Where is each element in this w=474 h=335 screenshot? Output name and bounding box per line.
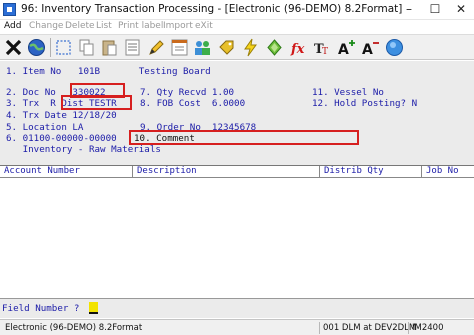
app-icon — [3, 3, 16, 16]
text-format-icon[interactable]: TT — [312, 37, 333, 58]
help-icon[interactable] — [384, 37, 405, 58]
col-account-number[interactable]: Account Number — [0, 166, 132, 178]
input-cursor[interactable] — [89, 302, 98, 314]
svg-text:fx: fx — [290, 42, 305, 57]
copy-icon[interactable] — [76, 37, 97, 58]
field-number-prompt: Field Number ? — [2, 303, 80, 314]
comment-highlight — [129, 130, 359, 145]
toolbar-separator — [50, 38, 51, 57]
globe-icon[interactable] — [26, 37, 47, 58]
qty-recvd-line[interactable]: 7. Qty Recvd 1.00 — [140, 87, 234, 98]
col-distrib-qty[interactable]: Distrib Qty — [319, 166, 421, 178]
pencil-icon[interactable] — [146, 37, 167, 58]
account-description: Inventory - Raw Materials — [6, 144, 161, 155]
function-icon[interactable]: fx — [288, 37, 309, 58]
menu-add[interactable]: Add — [4, 21, 21, 31]
window-title: 96: Inventory Transaction Processing - [… — [21, 3, 403, 15]
terminal-form: 1. Item No 101B Testing Board 2. Doc No … — [0, 61, 474, 298]
distribution-grid[interactable]: Account Number Description Distrib Qty J… — [0, 165, 474, 298]
font-grow-icon[interactable]: A — [336, 37, 357, 58]
list-icon[interactable] — [122, 37, 143, 58]
title-bar: 96: Inventory Transaction Processing - [… — [0, 0, 474, 20]
status-program: IM2400 — [408, 322, 470, 334]
font-shrink-icon[interactable]: A — [360, 37, 381, 58]
select-icon[interactable] — [53, 37, 74, 58]
item-no-line[interactable]: 1. Item No 101B Testing Board — [6, 66, 211, 77]
hold-posting-line[interactable]: 12. Hold Posting? N — [312, 98, 417, 109]
lightning-icon[interactable] — [240, 37, 261, 58]
menu-delete[interactable]: Delete — [65, 21, 95, 31]
diamond-icon[interactable] — [264, 37, 285, 58]
col-job-no[interactable]: Job No — [421, 166, 474, 178]
svg-text:T: T — [322, 47, 328, 57]
paste-icon[interactable] — [99, 37, 120, 58]
field-prompt-bar: Field Number ? — [0, 298, 474, 318]
status-user: 001 DLM at DEV2DLM — [319, 322, 416, 334]
toolbar: fx TT A A — [0, 34, 474, 60]
menu-import[interactable]: Import — [163, 21, 193, 31]
menu-exit[interactable]: eXit — [195, 21, 213, 31]
col-description[interactable]: Description — [132, 166, 319, 178]
status-bar: Electronic (96-DEMO) 8.2Format 001 DLM a… — [0, 319, 474, 335]
menu-list[interactable]: List — [96, 21, 112, 31]
menu-print-label[interactable]: Print label — [118, 21, 163, 31]
svg-text:A: A — [338, 42, 349, 58]
account-line[interactable]: 6. 01100-00000-00000 — [6, 133, 117, 144]
close-button[interactable]: ✕ — [448, 0, 474, 20]
menu-change[interactable]: Change — [29, 21, 63, 31]
form-icon[interactable] — [169, 37, 190, 58]
fob-cost-line[interactable]: 8. FOB Cost 6.0000 — [140, 98, 245, 109]
vessel-no-line[interactable]: 11. Vessel No — [312, 87, 384, 98]
maximize-button[interactable]: ☐ — [422, 0, 448, 20]
minimize-button[interactable]: – — [396, 0, 422, 20]
location-line[interactable]: 5. Location LA — [6, 122, 83, 133]
trx-dist-highlight — [61, 95, 132, 110]
status-company: Electronic (96-DEMO) 8.2Format — [5, 323, 143, 333]
svg-text:A: A — [362, 42, 373, 58]
menu-bar: Add Change Delete List Print label Impor… — [0, 20, 474, 34]
tag-icon[interactable] — [216, 37, 237, 58]
trx-date-line[interactable]: 4. Trx Date 12/18/20 — [6, 110, 117, 121]
people-icon[interactable] — [192, 37, 213, 58]
close-icon[interactable] — [3, 37, 24, 58]
